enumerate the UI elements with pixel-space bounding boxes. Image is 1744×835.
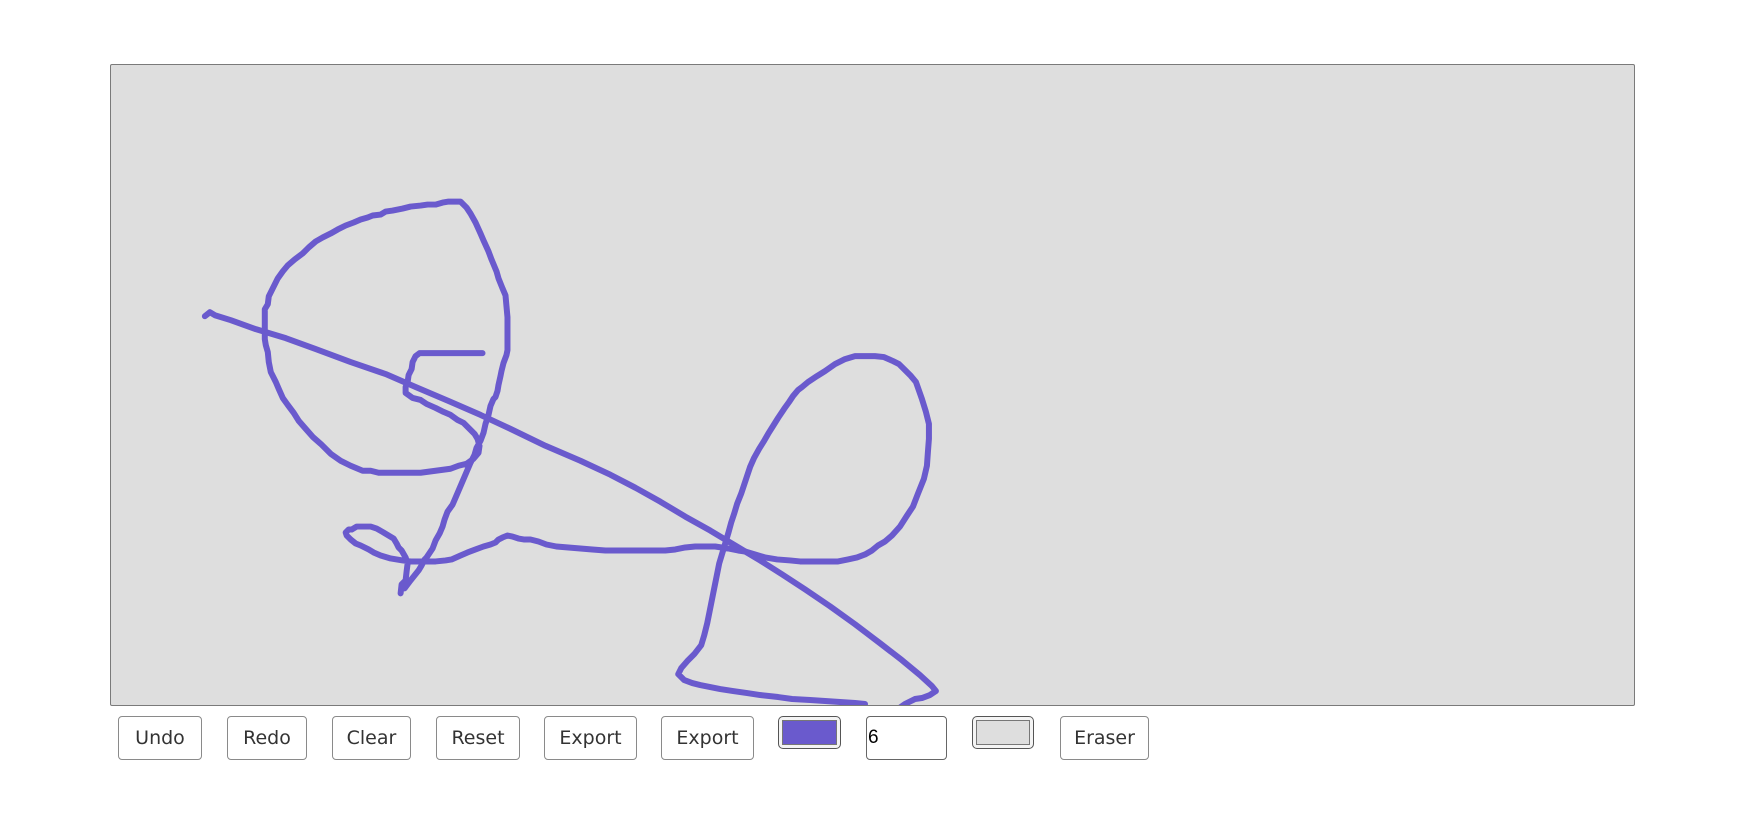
stroke-color-picker[interactable] (778, 716, 841, 749)
stroke-color-swatch (782, 720, 837, 745)
drawn-stroke-2 (261, 198, 511, 592)
app: Undo Redo Clear Reset Export Export Eras… (0, 0, 1744, 835)
drawing-surface[interactable] (111, 65, 1634, 705)
export-button-secondary[interactable]: Export (661, 716, 754, 760)
brush-size-input[interactable] (866, 716, 947, 760)
drawing-canvas[interactable] (110, 64, 1635, 706)
clear-button[interactable]: Clear (332, 716, 411, 760)
export-button[interactable]: Export (544, 716, 637, 760)
reset-button[interactable]: Reset (436, 716, 520, 760)
eraser-button[interactable]: Eraser (1060, 716, 1149, 760)
background-color-swatch (976, 720, 1030, 745)
background-color-picker[interactable] (972, 716, 1034, 749)
undo-button[interactable]: Undo (118, 716, 202, 760)
redo-button[interactable]: Redo (227, 716, 307, 760)
toolbar: Undo Redo Clear Reset Export Export Eras… (118, 716, 1218, 760)
